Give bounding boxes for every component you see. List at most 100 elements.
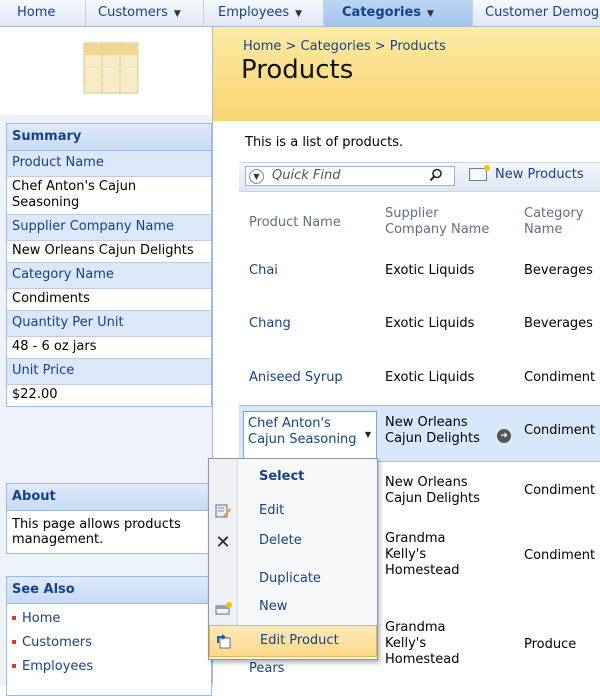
quick-find-input[interactable]: ▼ Quick Find	[245, 166, 455, 186]
menu-item-select[interactable]: Select	[209, 463, 377, 495]
chevron-down-icon: ▼	[427, 9, 434, 19]
field-value: Chef Anton's Cajun Seasoning	[7, 177, 211, 215]
menu-item-customers[interactable]: Customers ▼	[86, 0, 204, 26]
new-icon	[215, 601, 232, 617]
new-products-label: New Products	[495, 167, 584, 182]
about-text: This page allows products management.	[12, 517, 181, 547]
quick-find-placeholder: Quick Find	[272, 168, 341, 183]
product-name-lookup[interactable]: Chef Anton's Cajun Seasoning ▼	[243, 411, 377, 459]
grid-toolbar: ▼ Quick Find New Products	[239, 162, 600, 192]
search-icon[interactable]	[429, 168, 443, 186]
new-icon	[469, 165, 490, 181]
table-row[interactable]: Chai Exotic Liquids Beverages	[239, 246, 600, 296]
field-value: 48 - 6 oz jars	[7, 337, 211, 359]
menu-item-new[interactable]: New	[209, 593, 377, 625]
field-label: Unit Price	[7, 359, 211, 385]
table-logo-icon	[83, 42, 139, 94]
supplier-cell: Grandma Kelly's Homestead	[385, 620, 460, 667]
lookup-value: Chef Anton's Cajun Seasoning	[248, 416, 357, 447]
chevron-down-icon[interactable]: ▼	[249, 169, 264, 184]
menu-item-edit[interactable]: Edit	[209, 495, 377, 527]
field-label: Supplier Company Name	[7, 215, 211, 241]
menu-item-label: New	[259, 599, 288, 614]
menu-item-edit-product[interactable]: Edit Product	[209, 625, 377, 657]
about-title: About	[7, 484, 211, 511]
logo-area	[0, 27, 212, 115]
menu-item-home[interactable]: Home	[0, 0, 86, 26]
context-menu: Select Edit ✕ Delete Duplicate New Edit …	[208, 458, 378, 660]
summary-title: Summary	[7, 124, 211, 151]
link-label: Customers	[22, 635, 92, 650]
column-header-product-name[interactable]: Product Name	[249, 215, 369, 231]
see-also-link-customers[interactable]: Customers	[7, 632, 211, 656]
field-value: $22.00	[12, 387, 58, 402]
top-menu: Home Customers ▼ Employees ▼ Categories ▼ C…	[0, 0, 600, 27]
summary-panel: Summary Product Name Chef Anton's Cajun …	[6, 123, 212, 407]
category-cell: Condiment	[524, 423, 596, 438]
column-header-category[interactable]: Category Name	[524, 206, 594, 238]
menu-item-label: Select	[259, 469, 305, 484]
see-also-link-home[interactable]: Home	[7, 608, 211, 632]
field-label: Quantity Per Unit	[7, 311, 211, 337]
menu-item-label: Categories	[342, 5, 422, 20]
field-label: Category Name	[7, 263, 211, 289]
supplier-cell: New Orleans Cajun Delights	[385, 475, 480, 506]
about-panel: About This page allows products manageme…	[6, 483, 212, 554]
bullet-icon	[12, 639, 16, 644]
menu-item-customer-demographics[interactable]: Customer Demog	[473, 0, 600, 26]
category-cell: Condiment	[524, 370, 596, 385]
menu-item-categories[interactable]: Categories ▼	[324, 0, 473, 26]
supplier-cell: Exotic Liquids	[385, 263, 475, 278]
table-row[interactable]: Aniseed Syrup Exotic Liquids Condiment	[239, 352, 600, 402]
bullet-icon	[12, 615, 16, 620]
table-row[interactable]: Chang Exotic Liquids Beverages	[239, 299, 600, 349]
supplier-cell: Grandma Kelly's Homestead	[385, 531, 460, 578]
chevron-down-icon: ▼	[295, 9, 303, 19]
supplier-cell: Exotic Liquids	[385, 370, 475, 385]
product-name-cell[interactable]: Aniseed Syrup	[249, 370, 343, 386]
product-name-cell[interactable]: Chang	[249, 316, 291, 332]
arrow-right-icon[interactable]: ➜	[497, 429, 511, 443]
menu-item-label: Delete	[259, 533, 302, 548]
link-label: Employees	[22, 659, 94, 674]
link-label: Home	[22, 611, 61, 626]
chevron-down-icon[interactable]: ▼	[360, 412, 376, 458]
menu-item-employees[interactable]: Employees ▼	[204, 0, 324, 26]
menu-item-delete[interactable]: ✕ Delete	[209, 527, 377, 559]
page-title: Products	[241, 55, 354, 85]
category-cell: Beverages	[524, 316, 593, 331]
category-cell: Produce	[524, 637, 577, 652]
delete-icon: ✕	[215, 532, 231, 553]
menu-item-label: Edit	[259, 503, 285, 518]
product-name-cell[interactable]: Pears	[249, 661, 284, 677]
menu-item-label: Employees	[218, 5, 290, 20]
column-header-supplier[interactable]: Supplier Company Name	[385, 206, 495, 238]
menu-item-label: Customer Demog	[485, 5, 600, 20]
field-value: New Orleans Cajun Delights	[7, 241, 211, 263]
see-also-title: See Also	[7, 577, 211, 604]
see-also-panel: See Also Home Customers Employees	[6, 576, 212, 696]
category-cell: Condiment	[524, 483, 596, 498]
breadcrumb[interactable]: Home > Categories > Products	[243, 39, 446, 54]
menu-item-label: Edit Product	[260, 633, 339, 648]
see-also-link-employees[interactable]: Employees	[7, 656, 211, 680]
field-label: Product Name	[7, 151, 211, 177]
bullet-icon	[12, 663, 16, 668]
category-cell: Condiment	[524, 548, 596, 563]
supplier-cell: New Orleans Cajun Delights	[385, 415, 480, 446]
page-description: This is a list of products.	[245, 135, 404, 150]
page-header: Home > Categories > Products Products	[213, 27, 600, 121]
new-products-button[interactable]: New Products	[469, 165, 584, 182]
menu-item-label: Customers	[98, 5, 168, 20]
chevron-down-icon: ▼	[173, 9, 181, 19]
menu-item-duplicate[interactable]: Duplicate	[209, 563, 377, 595]
edit-icon	[215, 503, 231, 519]
menu-item-label: Home	[17, 5, 56, 20]
sidebar: Summary Product Name Chef Anton's Cajun …	[0, 27, 213, 696]
navigate-icon	[216, 634, 232, 650]
product-name-cell[interactable]: Chai	[249, 263, 278, 279]
menu-item-label: Duplicate	[259, 571, 321, 586]
category-cell: Beverages	[524, 263, 593, 278]
field-value: Condiments	[7, 289, 211, 311]
supplier-cell: Exotic Liquids	[385, 316, 475, 331]
